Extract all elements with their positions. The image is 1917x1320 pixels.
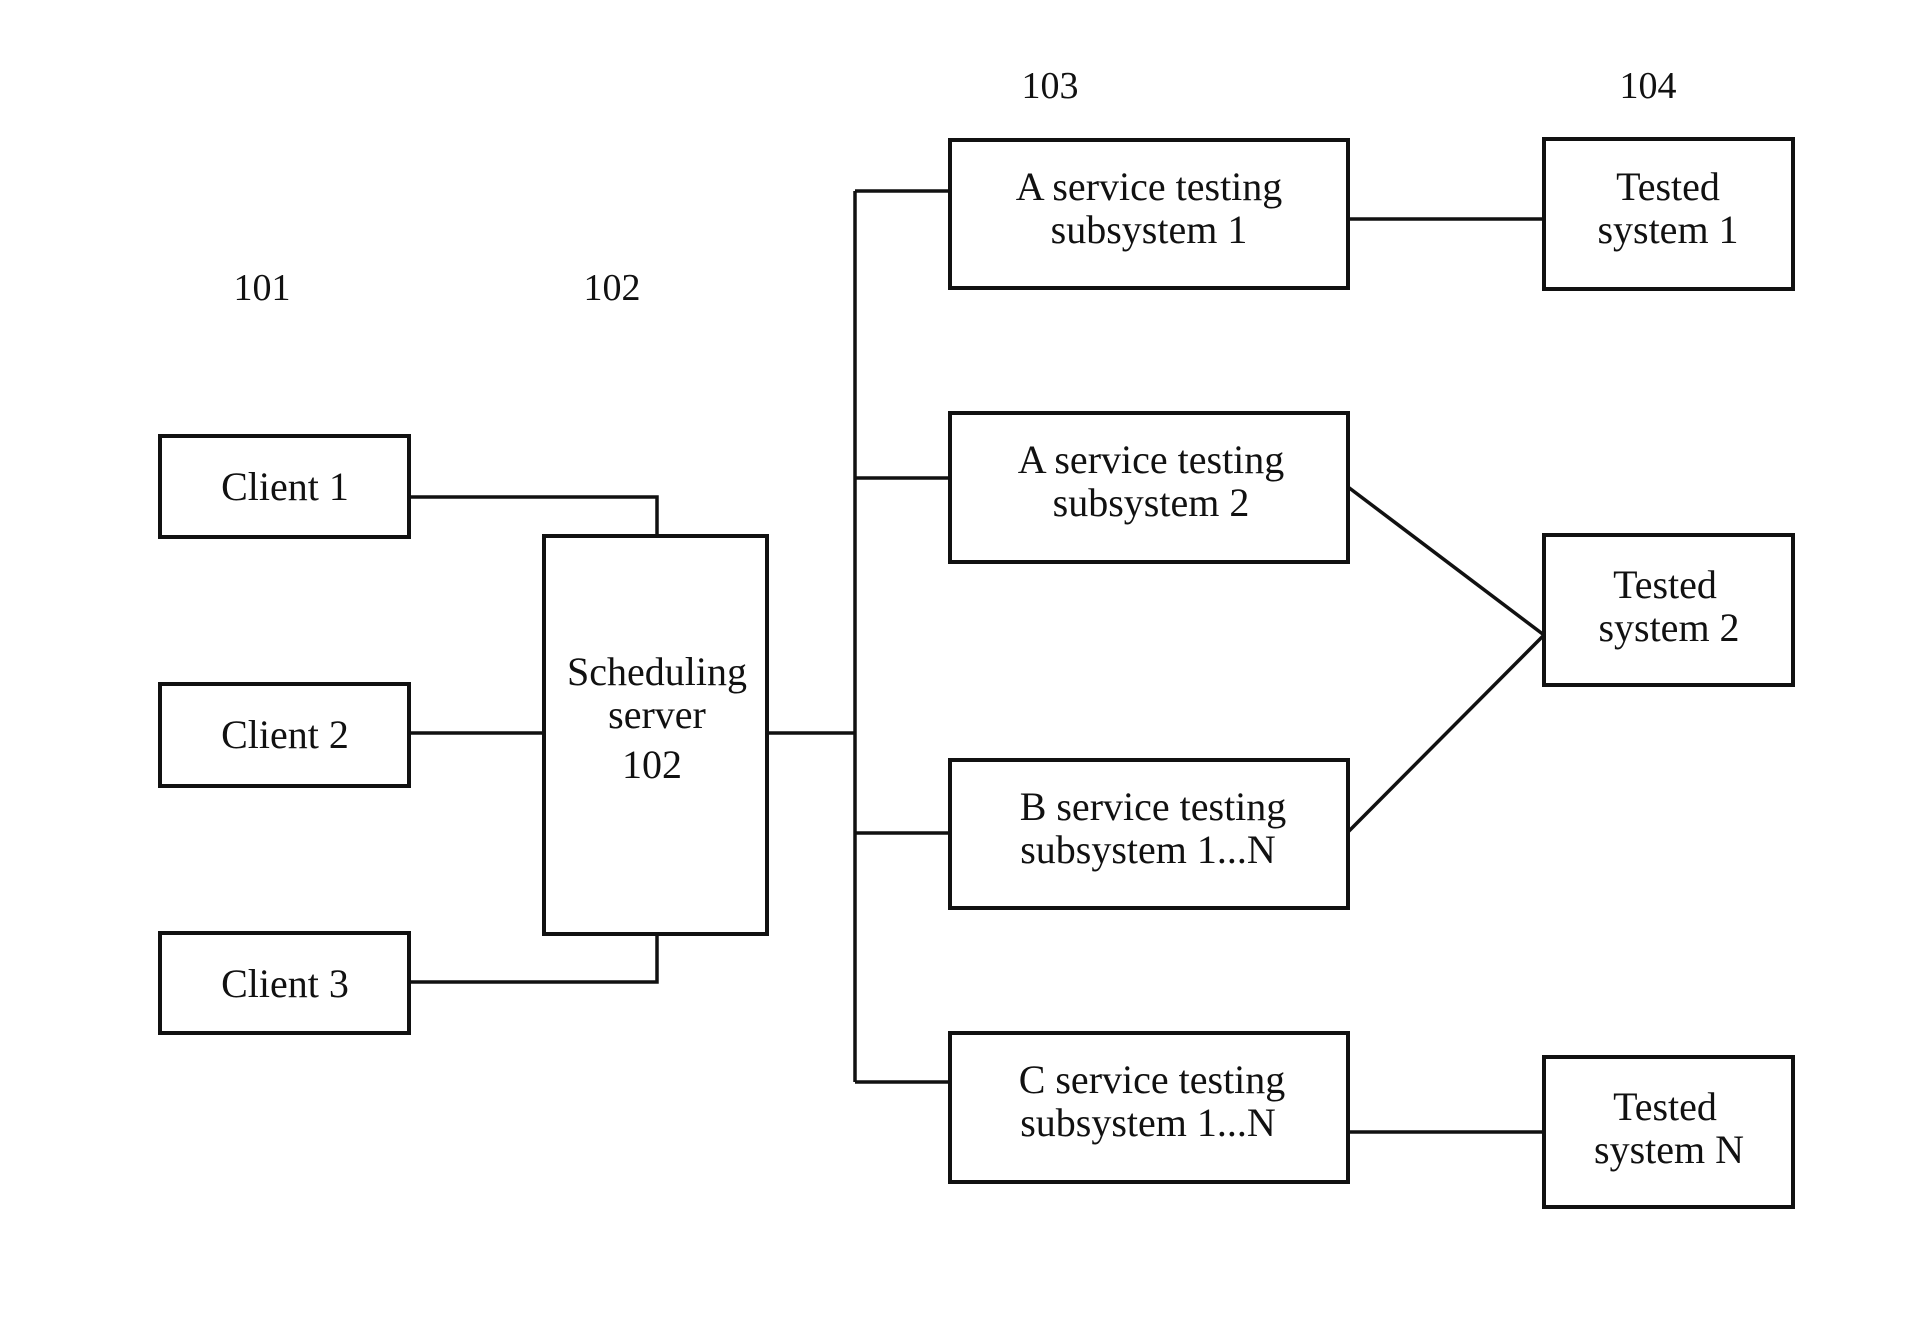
client-2-label: Client 2 bbox=[221, 712, 349, 757]
a-subsystem-1-line-2: subsystem 1 bbox=[1051, 207, 1248, 252]
link-client3-scheduling bbox=[409, 934, 659, 984]
c-subsystem-line-2: subsystem 1...N bbox=[1020, 1100, 1276, 1145]
tested-system-1-line-2: system 1 bbox=[1597, 207, 1738, 252]
client-3-node: Client 3 bbox=[158, 931, 411, 1035]
scheduling-server-line-1: Scheduling bbox=[567, 649, 747, 694]
link-b-tested2 bbox=[1346, 633, 1546, 834]
tested-system-1-line-1: Tested bbox=[1616, 164, 1720, 209]
tested-system-n-line-2: system N bbox=[1594, 1127, 1744, 1172]
ref-label-clients: 101 bbox=[234, 267, 291, 309]
client-1-label: Client 1 bbox=[221, 464, 349, 509]
client-3-label: Client 3 bbox=[221, 961, 349, 1006]
b-subsystem-node: B service testing subsystem 1...N bbox=[948, 758, 1350, 910]
tested-system-2-line-1: Tested bbox=[1613, 562, 1717, 607]
ref-label-subsystems: 103 bbox=[1022, 65, 1079, 107]
a-subsystem-2-node: A service testing subsystem 2 bbox=[948, 411, 1350, 564]
tested-system-1-node: Tested system 1 bbox=[1542, 137, 1795, 291]
tested-system-n-node: Tested system N bbox=[1542, 1055, 1795, 1209]
system-architecture-diagram: 101 102 103 104 Client 1 Client 2 Client… bbox=[158, 65, 1795, 1209]
a-subsystem-2-line-1: A service testing bbox=[1018, 437, 1285, 482]
link-client1-scheduling bbox=[409, 495, 659, 536]
b-subsystem-line-2: subsystem 1...N bbox=[1020, 827, 1276, 872]
scheduling-server-line-2: server bbox=[608, 692, 706, 737]
client-2-node: Client 2 bbox=[158, 682, 411, 788]
scheduling-server-node: Scheduling server 102 bbox=[542, 534, 769, 936]
a-subsystem-2-line-2: subsystem 2 bbox=[1053, 480, 1250, 525]
client-1-node: Client 1 bbox=[158, 434, 411, 539]
tested-system-n-line-1: Tested bbox=[1613, 1084, 1717, 1129]
c-subsystem-node: C service testing subsystem 1...N bbox=[948, 1031, 1350, 1184]
a-subsystem-1-node: A service testing subsystem 1 bbox=[948, 138, 1350, 290]
c-subsystem-line-1: C service testing bbox=[1019, 1057, 1286, 1102]
a-subsystem-1-line-1: A service testing bbox=[1016, 164, 1283, 209]
tested-system-2-node: Tested system 2 bbox=[1542, 533, 1795, 687]
ref-label-tested-systems: 104 bbox=[1620, 65, 1677, 107]
tested-system-2-line-2: system 2 bbox=[1598, 605, 1739, 650]
link-a2-tested2 bbox=[1346, 485, 1546, 637]
ref-label-scheduling: 102 bbox=[584, 267, 641, 309]
scheduling-server-line-3: 102 bbox=[622, 742, 682, 787]
b-subsystem-line-1: B service testing bbox=[1020, 784, 1287, 829]
